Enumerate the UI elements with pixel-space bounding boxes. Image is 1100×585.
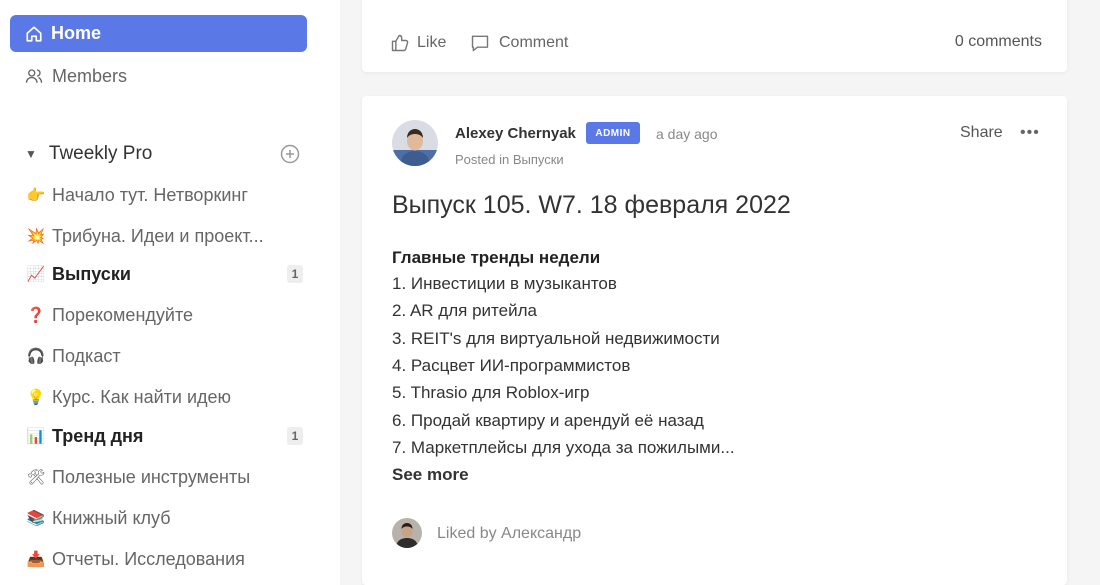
- admin-badge: ADMIN: [586, 122, 640, 144]
- thumbs-up-icon: [391, 34, 409, 52]
- author-name[interactable]: Alexey Chernyak: [455, 125, 576, 142]
- unread-badge: 1: [287, 427, 303, 445]
- group-title: Tweekly Pro: [48, 143, 153, 164]
- trend-item: 1. Инвестиции в музыкантов: [392, 274, 617, 293]
- channel-label: Отчеты. Исследования: [52, 548, 245, 569]
- comment-label: Comment: [499, 34, 569, 51]
- sidebar-channel[interactable]: 🛠 Полезные инструменты: [25, 463, 303, 491]
- nav-members-label: Members: [52, 65, 128, 86]
- channel-emoji-icon: 📈: [26, 266, 46, 283]
- author-avatar[interactable]: [392, 120, 438, 166]
- channel-label: Тренд дня: [52, 425, 144, 446]
- sidebar-channel[interactable]: ❓ Порекомендуйте: [25, 301, 303, 329]
- trend-item: 2. AR для ритейла: [392, 301, 537, 321]
- channel-emoji-icon: 💥: [26, 228, 46, 245]
- channel-emoji-icon: 📚: [26, 510, 46, 527]
- channel-emoji-icon: 💡: [26, 389, 46, 406]
- unread-badge: 1: [287, 265, 303, 283]
- liked-by[interactable]: Liked by Александр: [437, 525, 581, 543]
- members-icon: [25, 69, 43, 83]
- see-more-link[interactable]: See more: [392, 465, 469, 485]
- more-options-icon[interactable]: •••: [1020, 124, 1040, 142]
- like-label: Like: [417, 34, 447, 51]
- nav-home-label: Home: [51, 23, 102, 43]
- post-title[interactable]: Выпуск 105. W7. 18 февраля 2022: [392, 191, 791, 220]
- add-channel-icon[interactable]: [280, 144, 300, 170]
- home-icon: [26, 25, 42, 42]
- previous-post-card: Like Comment 0 comments: [362, 0, 1067, 72]
- channel-label: Подкаст: [52, 345, 121, 366]
- share-button[interactable]: Share: [960, 124, 1003, 142]
- nav-home[interactable]: Home: [10, 15, 307, 52]
- sidebar-channel[interactable]: 📥 Отчеты. Исследования: [25, 545, 303, 573]
- nav-members[interactable]: Members: [25, 62, 127, 90]
- trend-item: 5. Thrasio для Roblox-игр: [392, 383, 590, 403]
- trends-heading: Главные тренды недели: [392, 248, 601, 267]
- channel-emoji-icon: 🛠: [26, 469, 46, 486]
- sidebar-channel[interactable]: 📊 Тренд дня 1: [25, 422, 303, 450]
- like-button[interactable]: Like: [390, 33, 446, 53]
- trend-item: 3. REIT's для виртуальной недвижимости: [392, 328, 720, 348]
- channel-emoji-icon: 🎧: [26, 348, 46, 365]
- channel-emoji-icon: 📊: [26, 428, 46, 445]
- group-header[interactable]: ▼ Tweekly Pro: [25, 140, 300, 168]
- posted-in[interactable]: Posted in Выпуски: [455, 152, 564, 167]
- sidebar-channel[interactable]: 🎧 Подкаст: [25, 342, 303, 370]
- liker-avatar[interactable]: [392, 518, 422, 548]
- comment-icon: [471, 35, 489, 52]
- post-time[interactable]: a day ago: [656, 126, 718, 142]
- sidebar-channel[interactable]: 📚 Книжный клуб: [25, 504, 303, 532]
- channel-emoji-icon: 👉: [26, 187, 46, 204]
- caret-down-icon: ▼: [25, 147, 37, 161]
- channel-label: Порекомендуйте: [52, 304, 193, 325]
- channel-emoji-icon: ❓: [26, 307, 46, 324]
- sidebar-channel[interactable]: 📈 Выпуски 1: [25, 260, 303, 288]
- channel-label: Трибуна. Идеи и проект...: [52, 225, 264, 246]
- trend-item: 4. Расцвет ИИ-программистов: [392, 355, 631, 375]
- comment-button[interactable]: Comment: [470, 33, 568, 53]
- channel-emoji-icon: 📥: [26, 551, 46, 568]
- sidebar-channel[interactable]: 💥 Трибуна. Идеи и проект...: [25, 222, 303, 250]
- trend-item: 7. Маркетплейсы для ухода за пожилыми...: [392, 437, 735, 457]
- channel-label: Книжный клуб: [52, 507, 171, 528]
- comments-count[interactable]: 0 comments: [955, 33, 1042, 51]
- sidebar-channel[interactable]: 👉 Начало тут. Нетворкинг: [25, 181, 303, 209]
- sidebar: Home Members ▼ Tweekly Pro 👉 Начало тут. …: [0, 0, 340, 585]
- channel-label: Выпуски: [52, 263, 131, 284]
- channel-label: Полезные инструменты: [52, 466, 251, 487]
- channel-label: Начало тут. Нетворкинг: [52, 184, 248, 205]
- post-card: Alexey Chernyak ADMIN a day ago Posted i…: [362, 96, 1067, 585]
- sidebar-channel[interactable]: 💡 Курс. Как найти идею: [25, 383, 303, 411]
- channel-label: Курс. Как найти идею: [52, 386, 232, 407]
- trend-item: 6. Продай квартиру и арендуй её назад: [392, 410, 704, 430]
